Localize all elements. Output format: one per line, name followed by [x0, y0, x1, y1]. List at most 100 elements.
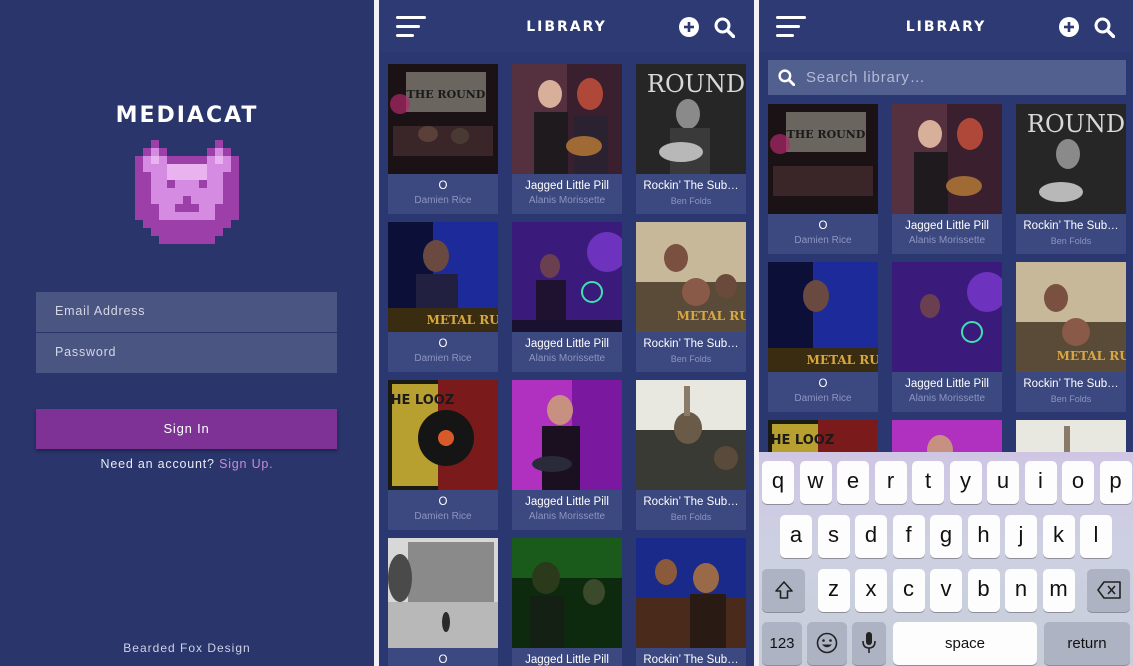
key-a[interactable]: a: [780, 515, 812, 558]
dictation-key[interactable]: [852, 622, 886, 665]
album-card[interactable]: Jagged Little Pill Alanis Morissette: [512, 222, 622, 372]
key-g[interactable]: g: [930, 515, 962, 558]
password-placeholder: Password: [55, 345, 117, 359]
key-w[interactable]: w: [799, 461, 832, 504]
shift-key[interactable]: [762, 569, 805, 612]
signup-prompt: Need an account? Sign Up.: [0, 457, 374, 471]
app-bar: LIBRARY: [759, 0, 1133, 52]
album-title: O: [438, 180, 448, 192]
space-key[interactable]: space: [893, 622, 1037, 665]
album-artist: Damien Rice: [414, 195, 472, 206]
album-title: Rockin’ The Sub…: [643, 496, 739, 508]
album-title: Jagged Little Pill: [905, 220, 989, 232]
album-artist: Alanis Morissette: [528, 511, 606, 522]
album-card[interactable]: O: [388, 538, 498, 666]
album-cover: METAL RUI: [388, 222, 498, 332]
key-t[interactable]: t: [912, 461, 944, 504]
album-cover: ROUND: [1016, 104, 1126, 214]
email-placeholder: Email Address: [55, 304, 146, 318]
album-card[interactable]: Jagged Little Pill Alanis Morissette: [892, 262, 1002, 412]
add-icon[interactable]: [679, 17, 699, 37]
album-cover: [636, 380, 746, 490]
album-card[interactable]: Rockin’ The Sub… Ben Folds: [636, 380, 746, 530]
key-u[interactable]: u: [987, 461, 1019, 504]
search-icon: [778, 69, 795, 86]
album-title: Rockin’ The Sub…: [643, 338, 739, 350]
key-v[interactable]: v: [930, 569, 962, 612]
key-c[interactable]: c: [892, 569, 925, 612]
sign-up-link[interactable]: Sign Up.: [219, 457, 273, 471]
album-cover: [512, 380, 622, 490]
album-artist: Damien Rice: [414, 511, 472, 522]
album-card[interactable]: METAL RUI O Damien Rice: [768, 262, 878, 412]
key-k[interactable]: k: [1042, 515, 1075, 558]
key-r[interactable]: r: [874, 461, 907, 504]
key-y[interactable]: y: [949, 461, 982, 504]
key-f[interactable]: f: [892, 515, 925, 558]
thumb-text: THE LOOZ: [388, 393, 454, 408]
album-card[interactable]: METAL RUI Rockin’ The Sub… Ben Folds: [1016, 262, 1126, 412]
add-icon[interactable]: [1059, 17, 1079, 37]
shift-icon: [774, 581, 793, 599]
key-i[interactable]: i: [1024, 461, 1057, 504]
album-card[interactable]: Jagged Little Pill: [512, 538, 622, 666]
key-l[interactable]: l: [1080, 515, 1112, 558]
album-card[interactable]: ROUND Rockin’ The Sub… Ben Folds: [1016, 104, 1126, 254]
login-screen: MEDIACAT Email Address Password Sign In: [0, 0, 374, 666]
key-p[interactable]: p: [1099, 461, 1132, 504]
album-artist: Alanis Morissette: [528, 353, 606, 364]
album-card[interactable]: Rockin’ The Sub…: [636, 538, 746, 666]
search-input[interactable]: Search library…: [768, 60, 1126, 95]
album-card[interactable]: ROUND Rockin’ The Sub… Ben Folds: [636, 64, 746, 214]
album-title: O: [818, 378, 828, 390]
key-j[interactable]: j: [1005, 515, 1037, 558]
key-h[interactable]: h: [967, 515, 1000, 558]
album-title: Jagged Little Pill: [905, 378, 989, 390]
numbers-key[interactable]: 123: [762, 622, 802, 665]
album-card[interactable]: METAL RUI Rockin’ The Sub… Ben Folds: [636, 222, 746, 372]
thumb-text: METAL RUI: [807, 353, 878, 367]
return-key[interactable]: return: [1044, 622, 1130, 665]
album-title: Jagged Little Pill: [525, 180, 609, 192]
app-title: MEDIACAT: [115, 103, 259, 128]
album-title: O: [438, 496, 448, 508]
credit-footer: Bearded Fox Design: [123, 641, 251, 655]
key-m[interactable]: m: [1042, 569, 1075, 612]
key-z[interactable]: z: [817, 569, 850, 612]
album-title: Rockin’ The Sub…: [1023, 220, 1119, 232]
thumb-text: ROUND: [647, 70, 745, 98]
album-cover: [636, 538, 746, 648]
emoji-key[interactable]: [807, 622, 847, 665]
album-cover: METAL RUI: [636, 222, 746, 332]
key-x[interactable]: x: [855, 569, 887, 612]
key-o[interactable]: o: [1062, 461, 1094, 504]
email-field[interactable]: Email Address: [36, 292, 337, 332]
backspace-key[interactable]: [1087, 569, 1130, 612]
album-card[interactable]: Jagged Little Pill Alanis Morissette: [512, 380, 622, 530]
search-icon[interactable]: [1094, 17, 1115, 38]
album-card[interactable]: THE ROUND O Damien Rice: [768, 104, 878, 254]
album-artist: Alanis Morissette: [908, 235, 986, 246]
password-field[interactable]: Password: [36, 333, 337, 373]
key-n[interactable]: n: [1005, 569, 1037, 612]
album-cover: METAL RUI: [768, 262, 878, 372]
album-card[interactable]: THE ROUND O Damien Rice: [388, 64, 498, 214]
album-card[interactable]: Jagged Little Pill Alanis Morissette: [892, 104, 1002, 254]
album-artist: Ben Folds: [670, 196, 712, 206]
search-icon[interactable]: [714, 17, 735, 38]
album-cover: THE LOOZ: [388, 380, 498, 490]
key-e[interactable]: e: [837, 461, 869, 504]
album-cover: [892, 104, 1002, 214]
library-screen: LIBRARY THE ROUND O Damien Rice Jagged L…: [379, 0, 754, 666]
album-card[interactable]: Jagged Little Pill Alanis Morissette: [512, 64, 622, 214]
thumb-text: THE ROUND: [787, 128, 866, 141]
album-card[interactable]: METAL RUI O Damien Rice: [388, 222, 498, 372]
key-b[interactable]: b: [967, 569, 1000, 612]
key-s[interactable]: s: [817, 515, 850, 558]
sign-in-button[interactable]: Sign In: [36, 409, 337, 449]
album-cover: [512, 222, 622, 332]
key-q[interactable]: q: [762, 461, 794, 504]
emoji-icon: [816, 632, 838, 654]
album-card[interactable]: THE LOOZ O Damien Rice: [388, 380, 498, 530]
key-d[interactable]: d: [855, 515, 887, 558]
